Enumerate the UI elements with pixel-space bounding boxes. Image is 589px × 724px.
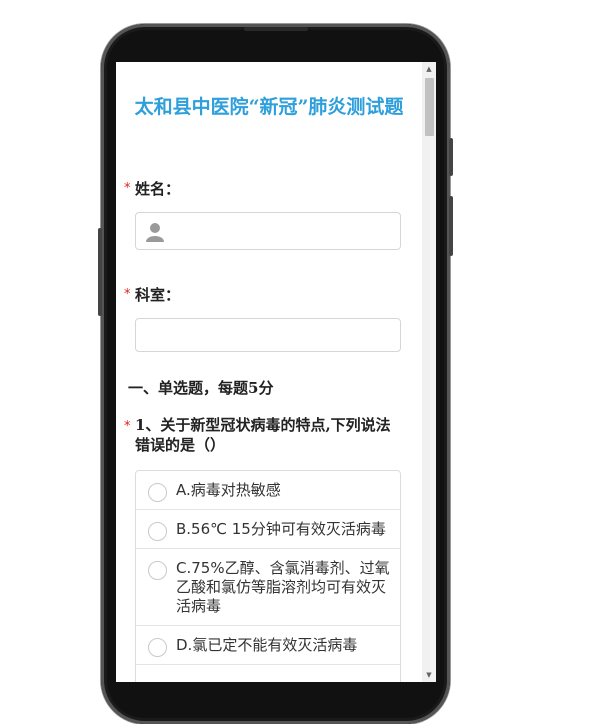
user-icon [146, 223, 164, 242]
phone-side-button [449, 138, 453, 176]
required-mark: * [124, 419, 131, 434]
department-field[interactable] [135, 318, 401, 352]
option-c-label: C.75%乙醇、含氯消毒剂、过氧乙酸和氯仿等脂溶剂均可有效灭活病毒 [176, 559, 390, 615]
radio-button[interactable] [148, 522, 167, 541]
option-b-label: B.56℃ 15分钟可有效灭活病毒 [176, 520, 386, 538]
phone-side-button-2 [449, 196, 453, 256]
phone-screen: 太和县中医院“新冠”肺炎测试题 * 姓名： * 科室： 一、单选题，每题5分 *… [116, 62, 436, 682]
required-mark: * [124, 287, 131, 302]
option-a-label: A.病毒对热敏感 [176, 481, 281, 499]
question-1-options: A.病毒对热敏感 B.56℃ 15分钟可有效灭活病毒 C.75%乙醇、含氯消毒剂… [135, 470, 401, 682]
radio-button[interactable] [148, 638, 167, 657]
name-label: 姓名： [135, 180, 181, 198]
radio-button[interactable] [148, 561, 167, 580]
arrow-down-icon[interactable]: ▼ [422, 668, 436, 682]
phone-speaker [244, 27, 308, 31]
section-heading: 一、单选题，每题5分 [128, 379, 274, 397]
department-label: 科室： [135, 286, 181, 304]
arrow-up-icon[interactable]: ▲ [422, 62, 436, 76]
required-mark: * [124, 181, 131, 196]
option-c[interactable]: C.75%乙醇、含氯消毒剂、过氧乙酸和氯仿等脂溶剂均可有效灭活病毒 [136, 549, 400, 626]
option-a[interactable]: A.病毒对热敏感 [136, 471, 400, 510]
option-d-label: D.氯已定不能有效灭活病毒 [176, 636, 358, 654]
scrollbar[interactable]: ▲ ▼ [422, 62, 436, 682]
radio-button[interactable] [148, 483, 167, 502]
phone-volume-button [98, 228, 102, 316]
question-1-text: 1、关于新型冠状病毒的特点,下列说法错误的是（） [135, 416, 391, 454]
scrollbar-thumb[interactable] [425, 78, 434, 136]
name-field[interactable] [135, 212, 401, 250]
option-d[interactable]: D.氯已定不能有效灭活病毒 [136, 626, 400, 665]
option-b[interactable]: B.56℃ 15分钟可有效灭活病毒 [136, 510, 400, 549]
form-title: 太和县中医院“新冠”肺炎测试题 [134, 96, 404, 118]
